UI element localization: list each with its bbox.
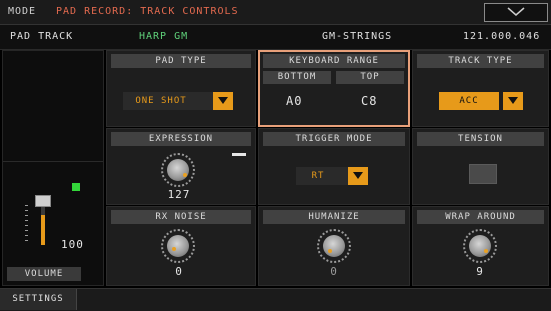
humanize-panel: HUMANIZE 0 — [258, 206, 410, 286]
tab-settings[interactable]: SETTINGS — [0, 289, 77, 310]
sound-name[interactable]: HARP GM — [139, 31, 188, 42]
triangle-down-icon — [218, 97, 228, 104]
tension-title: TENSION — [417, 132, 544, 146]
track-label: PAD TRACK — [10, 31, 74, 42]
volume-slider-handle[interactable] — [35, 195, 51, 207]
expression-knob[interactable] — [161, 153, 195, 187]
page-menu-button[interactable] — [484, 3, 548, 22]
triangle-down-icon — [508, 97, 518, 104]
track-active-indicator[interactable] — [72, 183, 80, 191]
wrap-around-value: 9 — [476, 265, 484, 278]
trigger-mode-value: RT — [311, 171, 325, 181]
pad-type-title: PAD TYPE — [111, 54, 251, 68]
expression-panel: EXPRESSION 127 — [106, 128, 256, 205]
range-top-value[interactable]: C8 — [361, 94, 377, 108]
track-type-select[interactable]: ACC — [439, 92, 531, 110]
rx-noise-value: 0 — [175, 265, 183, 278]
program-number: 121.000.046 — [463, 31, 541, 42]
track-type-title: TRACK TYPE — [417, 54, 544, 68]
volume-value: 100 — [61, 238, 84, 251]
track-type-panel: TRACK TYPE ACC — [412, 50, 549, 127]
pad-type-dropdown-arrow[interactable] — [213, 92, 233, 110]
mode-label: MODE — [8, 6, 37, 17]
tension-panel: TENSION — [412, 128, 549, 205]
pad-type-select[interactable]: ONE SHOT — [123, 92, 233, 110]
tension-toggle[interactable] — [469, 164, 497, 184]
rx-noise-title: RX NOISE — [111, 210, 251, 224]
volume-strip: 100 VOLUME — [2, 50, 104, 286]
sound-bank: GM-STRINGS — [322, 31, 393, 42]
volume-label: VOLUME — [7, 267, 81, 281]
mode-title: PAD RECORD: TRACK CONTROLS — [56, 6, 239, 17]
keyboard-range-panel[interactable]: KEYBOARD RANGE BOTTOM TOP A0 C8 — [258, 50, 410, 127]
expression-indicator — [232, 153, 246, 156]
volume-fill — [41, 215, 45, 245]
wrap-around-panel: WRAP AROUND 9 — [412, 206, 549, 286]
expression-title: EXPRESSION — [111, 132, 251, 146]
triangle-down-icon — [353, 172, 363, 179]
wrap-around-title: WRAP AROUND — [417, 210, 544, 224]
chevron-down-icon — [507, 7, 525, 16]
trigger-mode-panel: TRIGGER MODE RT — [258, 128, 410, 205]
rx-noise-panel: RX NOISE 0 — [106, 206, 256, 286]
trigger-mode-dropdown-arrow[interactable] — [348, 167, 368, 185]
header-bar: MODE PAD RECORD: TRACK CONTROLS — [0, 0, 551, 25]
track-info-bar: PAD TRACK HARP GM GM-STRINGS 121.000.046 — [0, 25, 551, 50]
humanize-knob[interactable] — [317, 229, 351, 263]
trigger-mode-select[interactable]: RT — [296, 167, 368, 185]
wrap-around-knob[interactable] — [463, 229, 497, 263]
range-bottom-value[interactable]: A0 — [286, 94, 302, 108]
track-type-value: ACC — [439, 92, 499, 110]
pad-type-panel: PAD TYPE ONE SHOT — [106, 50, 256, 127]
humanize-title: HUMANIZE — [263, 210, 405, 224]
top-label: TOP — [336, 71, 404, 84]
expression-value: 127 — [167, 188, 191, 201]
rx-noise-knob[interactable] — [161, 229, 195, 263]
volume-scale — [25, 205, 28, 245]
bottom-label: BOTTOM — [263, 71, 331, 84]
track-type-dropdown-arrow[interactable] — [503, 92, 523, 110]
trigger-mode-title: TRIGGER MODE — [263, 132, 405, 146]
pad-type-value: ONE SHOT — [135, 96, 187, 106]
keyboard-range-title: KEYBOARD RANGE — [263, 54, 405, 68]
humanize-value: 0 — [330, 265, 338, 278]
tab-bar: SETTINGS — [0, 288, 551, 311]
